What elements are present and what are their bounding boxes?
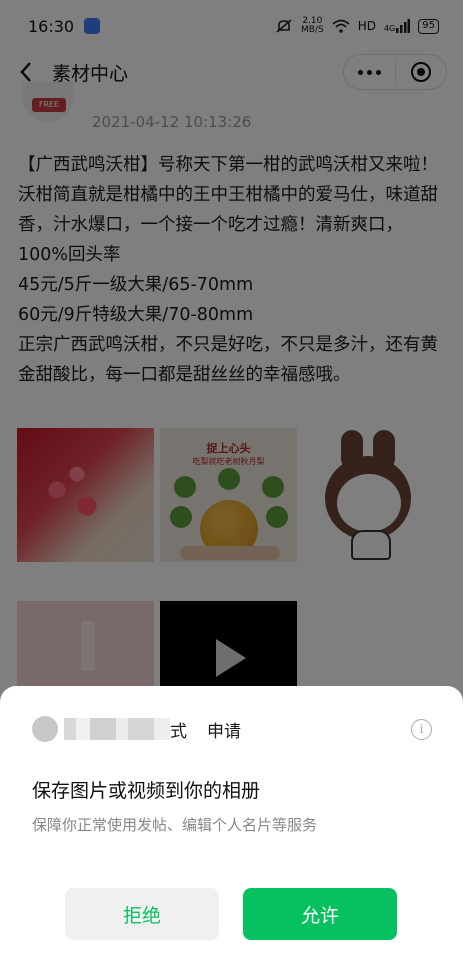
info-icon[interactable]: i <box>411 718 432 740</box>
requesting-app-row: 式 申请 i <box>32 716 432 742</box>
permission-sheet: 式 申请 i 保存图片或视频到你的相册 保障你正常使用发帖、编辑个人名片等服务 … <box>0 686 463 959</box>
permission-title: 保存图片或视频到你的相册 <box>32 780 261 802</box>
allow-button[interactable]: 允许 <box>243 888 397 940</box>
reject-button[interactable]: 拒绝 <box>65 888 219 940</box>
app-name-suffix: 式 <box>170 721 187 742</box>
app-avatar <box>32 716 58 742</box>
permission-description: 保障你正常使用发帖、编辑个人名片等服务 <box>32 816 318 834</box>
apply-label: 申请 <box>207 721 241 742</box>
app-name-blurred <box>64 718 170 740</box>
